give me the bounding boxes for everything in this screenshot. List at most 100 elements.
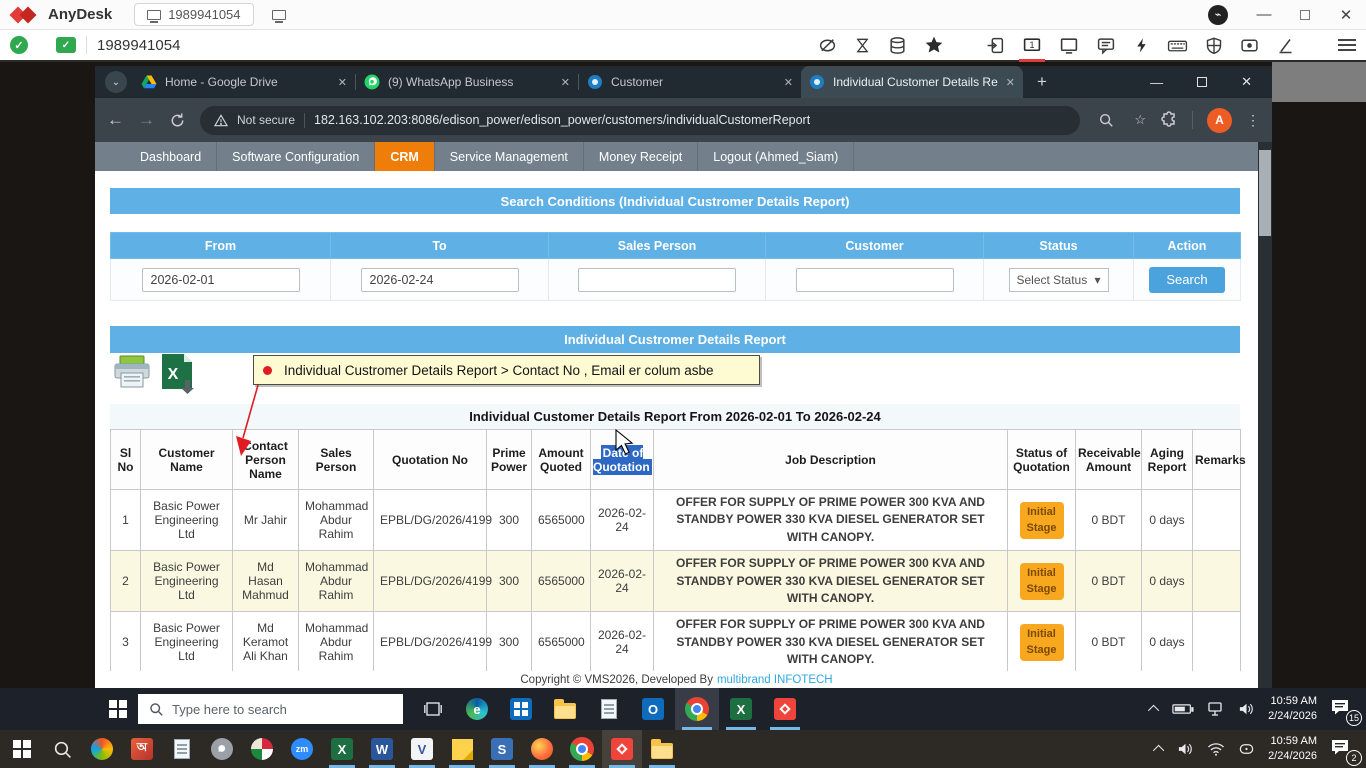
file-explorer-icon[interactable] — [543, 688, 587, 730]
col-sl-no[interactable]: Sl No — [111, 430, 141, 490]
maximize-button[interactable] — [1300, 10, 1310, 20]
not-secure-label[interactable]: Not secure — [237, 113, 295, 127]
file-transfer-icon[interactable] — [888, 36, 907, 55]
whiteboard-pen-icon[interactable] — [1276, 36, 1294, 55]
from-date-input[interactable] — [142, 268, 300, 292]
zoom-icon[interactable]: zm — [282, 730, 322, 768]
forward-icon[interactable]: → — [138, 110, 155, 130]
print-icon[interactable] — [113, 355, 151, 391]
browser-restore-button[interactable] — [1197, 77, 1207, 87]
tab-close-icon[interactable]: ✕ — [1006, 76, 1015, 89]
new-session-icon[interactable] — [272, 10, 286, 20]
nav-crm[interactable]: CRM — [375, 142, 434, 171]
find-icon[interactable] — [1098, 112, 1114, 128]
tab-individual-report[interactable]: Individual Customer Details Rep ✕ — [801, 66, 1023, 98]
file-explorer-icon[interactable] — [642, 730, 682, 768]
remote-notification-icon[interactable]: 15 — [1330, 698, 1356, 721]
nav-software-configuration[interactable]: Software Configuration — [217, 142, 375, 171]
notepad-icon[interactable] — [162, 730, 202, 768]
address-bar[interactable]: Not secure 182.163.102.203:8086/edison_p… — [200, 106, 1080, 135]
tray-expand-icon[interactable] — [1148, 705, 1159, 716]
nav-dashboard[interactable]: Dashboard — [125, 142, 217, 171]
bookmark-star-icon[interactable]: ☆ — [1134, 112, 1146, 128]
anydesk-session-tab[interactable]: 1989941054 — [134, 3, 253, 26]
sticky-notes-icon[interactable] — [442, 730, 482, 768]
col-receivable-amount[interactable]: Receivable Amount — [1076, 430, 1142, 490]
browser-minimize-button[interactable]: — — [1150, 75, 1163, 90]
excel-icon[interactable]: X — [322, 730, 362, 768]
local-search-icon[interactable] — [42, 730, 82, 768]
actions-icon[interactable] — [1133, 36, 1150, 55]
task-view-icon[interactable] — [411, 688, 455, 730]
profile-avatar[interactable]: A — [1207, 108, 1232, 133]
cast-icon[interactable] — [1238, 742, 1255, 756]
remote-clock[interactable]: 10:59 AM2/24/2026 — [1268, 694, 1317, 724]
col-status-of-quotation[interactable]: Status of Quotation — [1008, 430, 1076, 490]
whatsapp-desktop-icon[interactable] — [202, 730, 242, 768]
tab-close-icon[interactable]: ✕ — [338, 76, 347, 89]
s-app-icon[interactable]: S — [482, 730, 522, 768]
col-contact-person[interactable]: Contact Person Name — [233, 430, 299, 490]
local-clock[interactable]: 10:59 AM2/24/2026 — [1268, 734, 1317, 764]
tab-search-icon[interactable]: ⌄ — [105, 71, 127, 93]
excel-taskbar-icon[interactable]: X — [719, 688, 763, 730]
col-date-of-quotation[interactable]: Date of Quotation — [591, 430, 654, 490]
chat-icon[interactable] — [1096, 36, 1116, 55]
nav-service-management[interactable]: Service Management — [435, 142, 584, 171]
customer-input[interactable] — [796, 268, 954, 292]
notepad-icon[interactable] — [587, 688, 631, 730]
network-icon[interactable] — [1207, 702, 1225, 716]
battery-icon[interactable] — [1172, 703, 1194, 715]
to-date-input[interactable] — [361, 268, 519, 292]
browser-menu-icon[interactable]: ⋮ — [1246, 112, 1260, 129]
reload-icon[interactable] — [169, 112, 186, 129]
scrollbar-thumb[interactable] — [1259, 150, 1271, 236]
monitor-1-icon[interactable]: 1 — [1022, 36, 1042, 55]
col-remarks[interactable]: Remarks — [1193, 430, 1241, 490]
privacy-mode-icon[interactable] — [818, 36, 837, 55]
tab-close-icon[interactable]: ✕ — [784, 76, 793, 89]
new-connection-icon[interactable] — [986, 36, 1005, 55]
local-notification-icon[interactable]: 2 — [1330, 738, 1356, 761]
page-scrollbar[interactable] — [1258, 142, 1272, 688]
copilot-icon[interactable] — [82, 730, 122, 768]
monitor-2-icon[interactable] — [1059, 36, 1079, 55]
tab-customer[interactable]: Customer ✕ — [579, 66, 801, 98]
col-quotation-no[interactable]: Quotation No — [374, 430, 487, 490]
minimize-button[interactable]: — — [1254, 6, 1274, 23]
chrome-taskbar-icon[interactable] — [675, 688, 719, 730]
back-icon[interactable]: ← — [107, 110, 124, 130]
menu-icon[interactable] — [1338, 39, 1356, 51]
developer-link[interactable]: multibrand INFOTECH — [717, 674, 833, 686]
nav-logout[interactable]: Logout (Ahmed_Siam) — [698, 142, 854, 171]
session-time-icon[interactable] — [854, 36, 871, 55]
remote-search-box[interactable]: Type here to search — [138, 694, 403, 724]
tab-close-icon[interactable]: ✕ — [561, 76, 570, 89]
url-text[interactable]: 182.163.102.203:8086/edison_power/edison… — [314, 113, 810, 127]
col-amount-quoted[interactable]: Amount Quoted — [532, 430, 591, 490]
visio-icon[interactable]: V — [402, 730, 442, 768]
word-icon[interactable]: W — [362, 730, 402, 768]
avro-keyboard-icon[interactable]: অ — [122, 730, 162, 768]
permissions-shield-icon[interactable] — [1205, 36, 1223, 55]
anydesk-icon[interactable] — [602, 730, 642, 768]
anydesk-account-icon[interactable]: ⌁ — [1208, 5, 1228, 25]
nav-money-receipt[interactable]: Money Receipt — [584, 142, 698, 171]
col-job-description[interactable]: Job Description — [654, 430, 1008, 490]
wifi-icon[interactable] — [1207, 742, 1225, 756]
firefox-icon[interactable] — [522, 730, 562, 768]
tray-expand-icon[interactable] — [1153, 745, 1164, 756]
volume-icon[interactable] — [1238, 702, 1255, 716]
tab-whatsapp[interactable]: (9) WhatsApp Business ✕ — [356, 66, 578, 98]
close-button[interactable]: ✕ — [1336, 6, 1356, 24]
col-customer-name[interactable]: Customer Name — [141, 430, 233, 490]
excel-export-icon[interactable]: X — [158, 353, 198, 395]
anydesk-taskbar-icon[interactable] — [763, 688, 807, 730]
microsoft-store-icon[interactable] — [499, 688, 543, 730]
pinwheel-app-icon[interactable] — [242, 730, 282, 768]
status-select[interactable]: Select Status▾ — [1009, 268, 1109, 292]
remote-start-button[interactable] — [98, 688, 138, 730]
favorites-icon[interactable] — [924, 35, 944, 55]
tab-google-drive[interactable]: Home - Google Drive ✕ — [133, 66, 355, 98]
extensions-icon[interactable] — [1160, 111, 1178, 129]
